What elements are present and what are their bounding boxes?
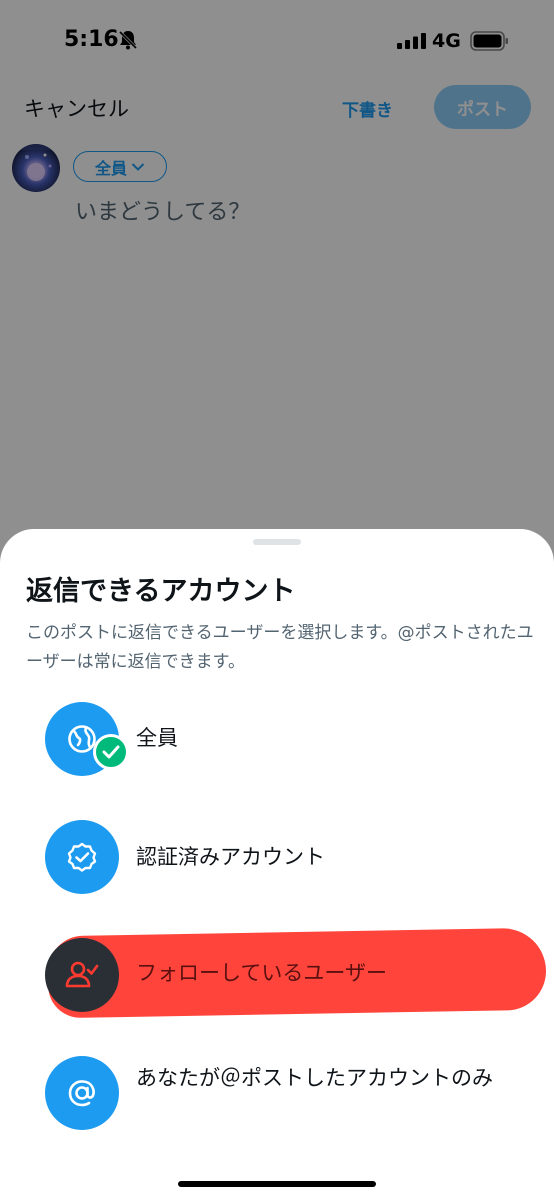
person-check-icon [45, 938, 119, 1012]
at-sign-icon [45, 1056, 119, 1130]
sheet-description: このポストに返信できるユーザーを選択します。@ポストされたユーザーは常に返信でき… [26, 623, 534, 672]
reply-option-label: あなたが＠ポストしたアカウントのみ [136, 1066, 493, 1090]
selected-check-icon [93, 734, 129, 770]
home-indicator[interactable] [178, 1181, 376, 1187]
verified-badge-icon [45, 820, 119, 894]
reply-option-following[interactable]: フォローしているユーザー [0, 920, 554, 1030]
reply-option-everyone[interactable]: 全員 [0, 684, 554, 794]
reply-option-verified[interactable]: 認証済みアカウント [0, 802, 554, 912]
reply-option-label: フォローしているユーザー [136, 961, 387, 985]
sheet-title: 返信できるアカウント [26, 576, 296, 607]
sheet-grabber[interactable] [253, 539, 301, 545]
reply-option-mentioned[interactable]: あなたが＠ポストしたアカウントのみ [0, 1038, 554, 1148]
reply-settings-sheet: 返信できるアカウント このポストに返信できるユーザーを選択します。@ポストされた… [0, 529, 554, 1200]
reply-option-label: 認証済みアカウント [136, 845, 325, 869]
reply-option-label: 全員 [136, 726, 178, 750]
